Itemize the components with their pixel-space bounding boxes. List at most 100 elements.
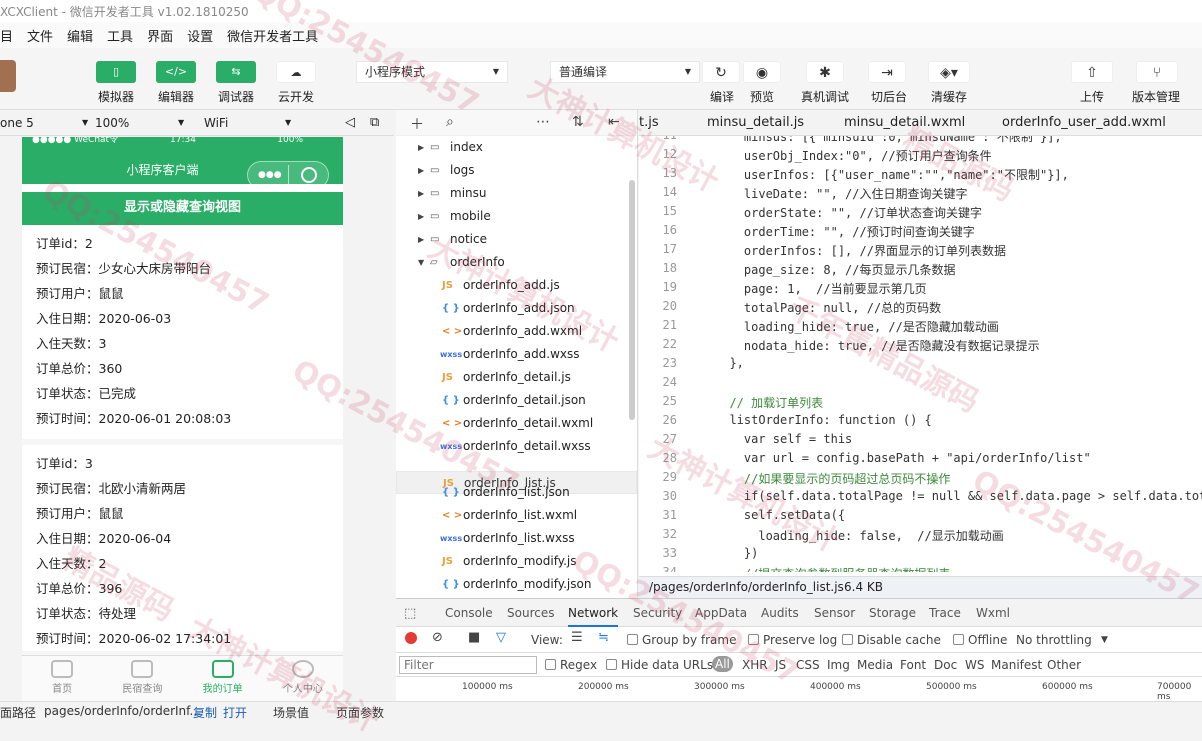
menu-item-view[interactable]: 界面 — [147, 26, 173, 45]
editor-tab[interactable]: t.js — [639, 115, 659, 130]
filter-icon[interactable]: ▽ — [496, 630, 506, 645]
copy-link[interactable]: 复制 — [193, 704, 217, 721]
file-item[interactable]: wxss orderInfo_add.wxss — [396, 343, 637, 366]
filter-input[interactable] — [399, 656, 537, 674]
simulator-button[interactable]: ▯ — [96, 61, 136, 83]
open-link[interactable]: 打开 — [223, 704, 247, 721]
type-filter-manifest[interactable]: Manifest — [991, 658, 1042, 672]
file-item[interactable]: { } orderInfo_list.json — [396, 481, 637, 504]
version-button[interactable]: ⑂ — [1136, 61, 1178, 83]
menu-item-tools[interactable]: 工具 — [107, 26, 133, 45]
tab-my-orders[interactable]: 我的订单 — [183, 656, 263, 701]
folder-item[interactable]: ▶ ▭ mobile — [396, 205, 637, 228]
page-params-button[interactable]: 页面参数 — [336, 704, 384, 721]
file-item[interactable]: JS orderInfo_add.js — [396, 274, 637, 297]
tab-storage[interactable]: Storage — [869, 606, 916, 620]
tab-security[interactable]: Security — [633, 606, 682, 620]
file-tree-scrollbar[interactable] — [629, 180, 635, 420]
type-filter-ws[interactable]: WS — [965, 658, 984, 672]
file-item[interactable]: { } orderInfo_add.json — [396, 297, 637, 320]
close-circle-icon[interactable] — [301, 167, 317, 183]
clear-cache-button[interactable]: ◈▾ — [928, 61, 970, 83]
folder-item-open[interactable]: ▼ ▱ orderInfo — [396, 251, 637, 274]
avatar[interactable] — [0, 60, 16, 92]
folder-item[interactable]: ▶ ▭ notice — [396, 228, 637, 251]
preview-button[interactable]: ◉ — [743, 61, 781, 83]
offline-checkbox[interactable]: Offline — [953, 633, 1007, 647]
search-icon[interactable]: ⌕ — [446, 114, 454, 130]
type-filter-xhr[interactable]: XHR — [742, 658, 768, 672]
type-filter-doc[interactable]: Doc — [934, 658, 957, 672]
network-select[interactable]: WiFi — [204, 114, 228, 132]
waterfall-icon[interactable]: ≒ — [598, 630, 609, 645]
record-icon[interactable] — [405, 632, 417, 644]
cloud-button[interactable]: ☁ — [276, 61, 316, 83]
editor-tab[interactable]: orderInfo_user_add.wxml — [1002, 115, 1166, 130]
debugger-button[interactable]: ⇆ — [216, 61, 256, 83]
mute-icon[interactable]: ◁ — [345, 114, 355, 132]
menu-item-edit[interactable]: 编辑 — [67, 26, 93, 45]
file-item[interactable]: { } orderInfo_modify.json — [396, 573, 637, 596]
folder-item[interactable]: ▶ ▭ index — [396, 136, 637, 159]
sort-icon[interactable]: ⇅ — [572, 114, 584, 130]
menu-item-wechat-devtools[interactable]: 微信开发者工具 — [227, 26, 318, 45]
menu-item-goto[interactable]: 目 — [0, 26, 13, 45]
code-area[interactable]: 11 minsus: [{"minsuId":0,"minsuName":"不限… — [639, 136, 1202, 572]
type-filter-js[interactable]: JS — [775, 658, 786, 672]
menu-item-file[interactable]: 文件 — [27, 26, 53, 45]
folder-item[interactable]: ▶ ▭ logs — [396, 159, 637, 182]
disable-cache-checkbox[interactable]: Disable cache — [842, 633, 941, 647]
upload-button[interactable]: ⇧ — [1071, 61, 1113, 83]
order-card[interactable]: 订单id：3 预订民宿：北欧小清新两居 预订用户：鼠鼠 入住日期：2020-06… — [22, 445, 343, 657]
file-item[interactable]: JS orderInfo_detail.js — [396, 366, 637, 389]
background-button[interactable]: ⇥ — [868, 61, 906, 83]
type-filter-other[interactable]: Other — [1047, 658, 1081, 672]
collapse-icon[interactable]: ⇤ — [608, 114, 620, 130]
type-filter-img[interactable]: Img — [827, 658, 850, 672]
tab-sources[interactable]: Sources — [507, 606, 554, 620]
tab-minsu-search[interactable]: 民宿查询 — [102, 656, 182, 701]
tab-network[interactable]: Network — [568, 606, 619, 627]
preserve-log-checkbox[interactable]: Preserve log — [748, 633, 837, 647]
remote-debug-button[interactable]: ✱ — [806, 61, 844, 83]
file-item[interactable]: wxss orderInfo_detail.wxss — [396, 435, 637, 458]
file-item[interactable]: JS orderInfo_modify.js — [396, 550, 637, 573]
inspect-icon[interactable]: ⬚ — [404, 606, 416, 621]
type-filter-font[interactable]: Font — [900, 658, 926, 672]
tab-appdata[interactable]: AppData — [695, 606, 747, 620]
compile-button[interactable]: ↻ — [702, 61, 740, 83]
add-icon[interactable]: ＋ — [410, 114, 424, 134]
more-icon[interactable]: ⋯ — [536, 114, 550, 130]
more-icon[interactable]: ●●● — [258, 162, 282, 188]
editor-button[interactable]: </> — [156, 61, 196, 83]
camera-icon[interactable]: ■ — [468, 630, 480, 645]
type-filter-media[interactable]: Media — [857, 658, 893, 672]
tab-audits[interactable]: Audits — [761, 606, 799, 620]
mode-select[interactable]: 小程序模式 ▼ — [356, 61, 508, 83]
detach-icon[interactable]: ⧉ — [370, 114, 379, 132]
editor-tab[interactable]: minsu_detail.js — [707, 115, 804, 130]
tab-trace[interactable]: Trace — [929, 606, 961, 620]
folder-item[interactable]: ▶ ▭ minsu — [396, 182, 637, 205]
type-filter-css[interactable]: CSS — [796, 658, 820, 672]
tab-console[interactable]: Console — [445, 606, 493, 620]
device-select[interactable]: one 5 — [0, 114, 34, 132]
tab-sensor[interactable]: Sensor — [814, 606, 855, 620]
file-item[interactable]: < > orderInfo_add.wxml — [396, 320, 637, 343]
tab-profile[interactable]: 个人中心 — [263, 656, 343, 701]
compile-mode-select[interactable]: 普通编译 ▼ — [550, 61, 700, 83]
type-filter-all[interactable]: All — [712, 656, 733, 672]
regex-checkbox[interactable]: Regex — [545, 658, 597, 672]
zoom-select[interactable]: 100% — [95, 114, 129, 132]
scene-value-button[interactable]: 场景值 — [273, 704, 309, 721]
throttling-select[interactable]: No throttling — [1016, 633, 1092, 647]
editor-tab[interactable]: minsu_detail.wxml — [844, 115, 965, 130]
file-item[interactable]: wxss orderInfo_list.wxss — [396, 527, 637, 550]
order-card[interactable]: 订单id：2 预订民宿：少女心大床房带阳台 预订用户：鼠鼠 入住日期：2020-… — [22, 225, 343, 445]
file-item[interactable]: < > orderInfo_detail.wxml — [396, 412, 637, 435]
file-item[interactable]: { } orderInfo_detail.json — [396, 389, 637, 412]
menu-item-settings[interactable]: 设置 — [187, 26, 213, 45]
tab-home[interactable]: 首页 — [22, 656, 102, 701]
clear-icon[interactable]: ⊘ — [432, 630, 443, 645]
tab-wxml[interactable]: Wxml — [976, 606, 1010, 620]
